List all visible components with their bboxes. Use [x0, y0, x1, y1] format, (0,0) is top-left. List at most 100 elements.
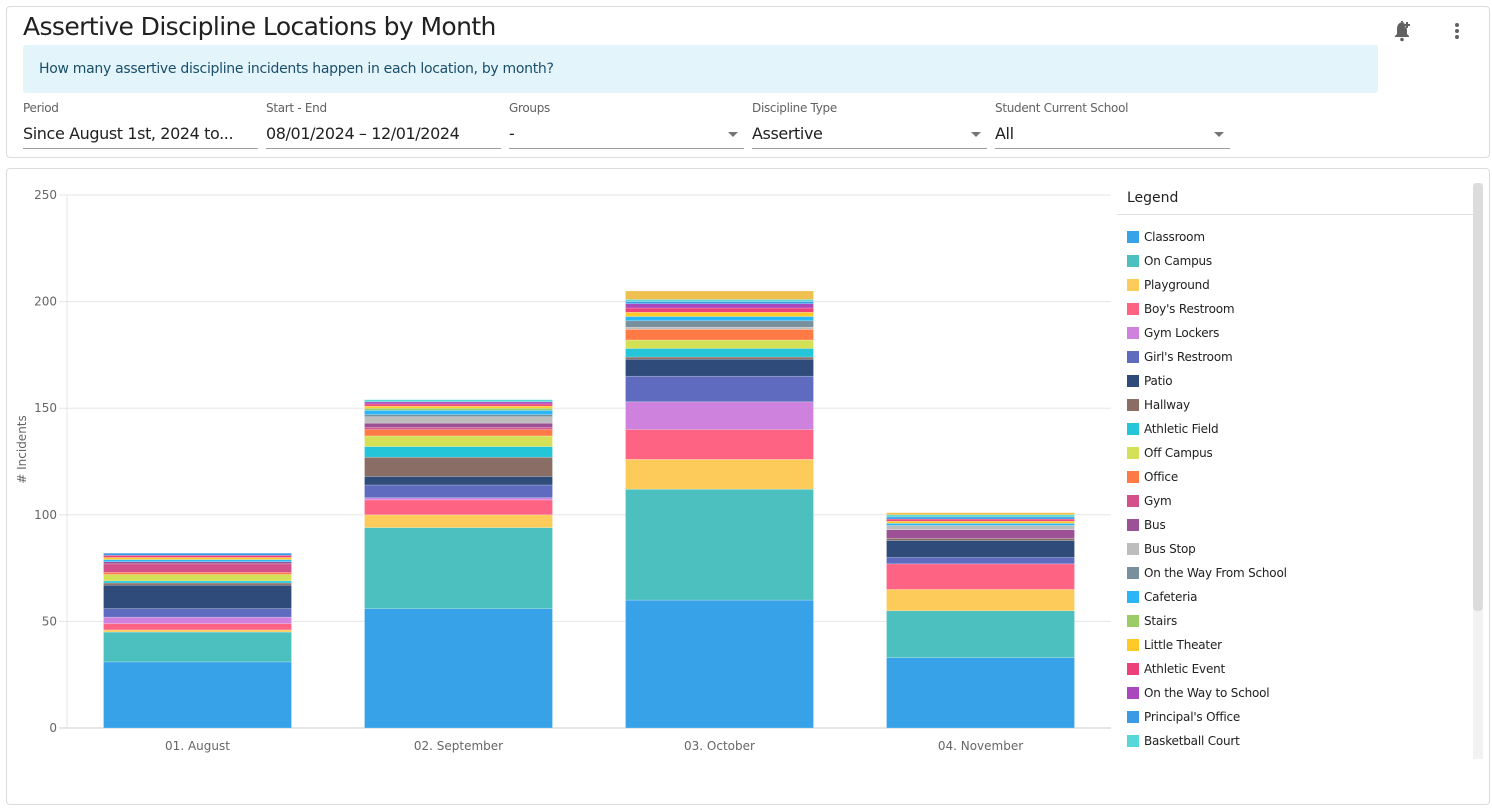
bar-segment[interactable]: Off Campus: 3 — [103, 574, 292, 582]
legend-item[interactable]: Basketball Court — [1117, 729, 1475, 753]
bar-segment[interactable]: On Campus: 14 — [103, 631, 292, 663]
bar-segment[interactable]: On Campus: 52 — [625, 488, 814, 601]
bar-segment[interactable]: Off Campus: 5 — [364, 435, 553, 447]
bar-segment[interactable]: Little Theater: 1 — [886, 520, 1075, 524]
legend-item[interactable]: Gym — [1117, 489, 1475, 513]
bar-segment[interactable]: Basketball Court: 1 — [625, 299, 814, 302]
bar-segment[interactable]: Athletic Event: 2 — [625, 307, 814, 313]
bar-segment[interactable]: Athletic Field: 1 — [103, 580, 292, 584]
bar-segment[interactable]: Field: 1 — [886, 512, 1075, 516]
bar-segment[interactable]: Patio: 11 — [103, 584, 292, 609]
bar-segment[interactable]: Field: 4 — [625, 290, 814, 300]
legend-item[interactable]: Hallway — [1117, 393, 1475, 417]
legend-item[interactable]: On the Way From School — [1117, 561, 1475, 585]
bar-segment[interactable]: Principal's Office: 1 — [886, 516, 1075, 520]
bar-segment[interactable]: Hallway: 1 — [886, 537, 1075, 541]
bar-segment[interactable]: Principal's Office: 1 — [625, 301, 814, 305]
bar-segment[interactable]: Cafeteria: 1 — [886, 523, 1075, 526]
bar-segment[interactable]: Gym Lockers: 1 — [364, 497, 553, 501]
bar-segment[interactable]: Boy's Restroom: 12 — [886, 563, 1075, 590]
bar-segment[interactable]: Playground: 14 — [625, 459, 814, 490]
bar-segment[interactable]: Gym: 1 — [364, 427, 553, 430]
filter-start-end[interactable]: Start - End 08/01/2024 – 12/01/2024 — [266, 101, 501, 150]
filter-discipline-type[interactable]: Discipline Type Assertive — [752, 101, 987, 150]
bar-segment[interactable]: Bus: 1 — [103, 561, 292, 565]
bar-segment[interactable]: Playground: 1 — [103, 629, 292, 633]
filter-student-current-school[interactable]: Student Current School All — [995, 101, 1230, 150]
bar-segment[interactable]: Patio: 8 — [886, 540, 1075, 558]
bar-segment[interactable]: Boy's Restroom: 14 — [625, 429, 814, 460]
bar-segment[interactable]: Classroom: 33 — [886, 657, 1075, 729]
bar-segment[interactable]: Playground: 10 — [886, 589, 1075, 612]
bar-segment[interactable]: Office: 1 — [103, 572, 292, 575]
legend-item[interactable]: Girl's Restroom — [1117, 345, 1475, 369]
legend-item[interactable]: Office — [1117, 465, 1475, 489]
filter-period[interactable]: Period Since August 1st, 2024 to... — [23, 101, 258, 150]
bar-segment[interactable]: Bus: 2 — [364, 422, 553, 428]
bar-segment[interactable]: Athletic Event: 1 — [364, 403, 553, 407]
bar-segment[interactable]: Athletic Field: 4 — [625, 348, 814, 358]
bar-segment[interactable]: Off Campus: 4 — [625, 339, 814, 349]
bar-segment[interactable]: Classroom: 31 — [103, 661, 292, 729]
chevron-down-icon[interactable] — [728, 132, 738, 137]
legend-item[interactable]: Bus — [1117, 513, 1475, 537]
bar-segment[interactable]: On the Way From School: 3 — [625, 320, 814, 328]
bar-segment[interactable]: Girl's Restroom: 12 — [625, 375, 814, 403]
more-options-button[interactable] — [1443, 17, 1471, 45]
legend-item[interactable]: Principal's Office — [1117, 705, 1475, 729]
legend-item[interactable]: Off Campus — [1117, 441, 1475, 465]
bar-segment[interactable]: Athletic Field: 5 — [364, 446, 553, 458]
bar-segment[interactable]: Office: 3 — [364, 429, 553, 437]
legend-item[interactable]: Playground — [1117, 273, 1475, 297]
filter-groups[interactable]: Groups - — [509, 101, 744, 150]
legend-item[interactable]: Cafeteria — [1117, 585, 1475, 609]
bar-segment[interactable]: Cafeteria: 2 — [625, 316, 814, 322]
bar-segment[interactable]: Gym Lockers: 13 — [625, 401, 814, 430]
date-range-input[interactable]: 08/01/2024 – 12/01/2024 — [266, 123, 501, 149]
chevron-down-icon[interactable] — [971, 132, 981, 137]
bar-segment[interactable]: Classroom: 56 — [364, 608, 553, 729]
bar-segment[interactable]: Hallway: 1 — [103, 582, 292, 586]
bar-segment[interactable]: Bus Stop: 3 — [364, 416, 553, 424]
bar-segment[interactable]: Gym: 4 — [103, 563, 292, 573]
legend-scrollbar[interactable] — [1473, 183, 1483, 759]
groups-select[interactable]: - — [509, 123, 744, 149]
bar-segment[interactable]: On the Way to School: 1 — [364, 401, 553, 405]
bar-segment[interactable]: Little Theater: 1 — [364, 405, 553, 409]
bar-segment[interactable]: Patio: 8 — [625, 358, 814, 377]
bar-segment[interactable]: Athletic Event: 1 — [886, 518, 1075, 522]
legend-item[interactable]: Bus Stop — [1117, 537, 1475, 561]
legend-item[interactable]: Little Theater — [1117, 633, 1475, 657]
bar-segment[interactable]: Little Theater: 2 — [625, 311, 814, 317]
legend-scrollbar-thumb[interactable] — [1473, 183, 1483, 611]
legend-item[interactable]: Athletic Event — [1117, 657, 1475, 681]
bar-segment[interactable]: On the Way From School: 1 — [364, 414, 553, 418]
bar-segment[interactable]: Bus: 4 — [886, 529, 1075, 539]
bar-segment[interactable]: Little Theater: 1 — [103, 557, 292, 560]
bar-segment[interactable]: Principal's Office: 1 — [103, 552, 292, 556]
bar-segment[interactable]: Basketball Court: 1 — [886, 514, 1075, 518]
bar-segment[interactable]: Girl's Restroom: 4 — [103, 608, 292, 618]
legend-item[interactable]: Boy's Restroom — [1117, 297, 1475, 321]
bar-segment[interactable]: Stairs: 1 — [364, 407, 553, 411]
bar-segment[interactable]: Cafeteria: 1 — [103, 559, 292, 563]
bar-segment[interactable]: Girl's Restroom: 3 — [886, 557, 1075, 565]
legend-item[interactable]: Classroom — [1117, 225, 1475, 249]
bar-segment[interactable]: Hallway: 9 — [364, 456, 553, 477]
bar-segment[interactable]: Athletic Event: 1 — [103, 555, 292, 558]
legend-item[interactable]: On the Way to School — [1117, 681, 1475, 705]
bar-segment[interactable]: Boy's Restroom: 7 — [364, 499, 553, 516]
bar-segment[interactable]: Playground: 6 — [364, 514, 553, 528]
bar-segment[interactable]: Bus Stop: 1 — [625, 326, 814, 330]
bar-segment[interactable]: Basketball Court: 1 — [364, 399, 553, 403]
bar-segment[interactable]: On Campus: 38 — [364, 527, 553, 609]
chevron-down-icon[interactable] — [1214, 132, 1224, 137]
school-select[interactable]: All — [995, 123, 1230, 149]
legend-item[interactable]: Field — [1117, 753, 1475, 759]
legend-item[interactable]: On Campus — [1117, 249, 1475, 273]
bar-segment[interactable]: Cafeteria: 2 — [364, 410, 553, 415]
legend-item[interactable]: Athletic Field — [1117, 417, 1475, 441]
legend-item[interactable]: Patio — [1117, 369, 1475, 393]
add-alert-button[interactable] — [1389, 17, 1417, 45]
period-input[interactable]: Since August 1st, 2024 to... — [23, 123, 258, 149]
